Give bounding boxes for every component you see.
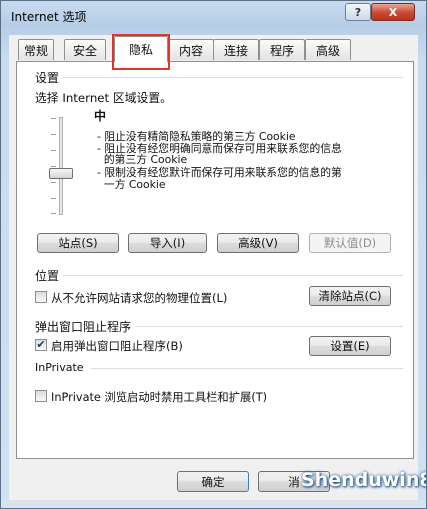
popup-settings-button[interactable]: 设置(E) bbox=[309, 336, 391, 356]
help-button[interactable]: ? bbox=[345, 3, 371, 21]
disable-toolbars-checkbox[interactable] bbox=[35, 390, 47, 402]
tab-highlight-box bbox=[112, 34, 170, 70]
tab-label: 安全 bbox=[72, 43, 97, 58]
button-label: 确定 bbox=[201, 474, 225, 489]
button-label: 导入(I) bbox=[149, 236, 186, 250]
tab-label: 内容 bbox=[178, 43, 203, 58]
ok-button[interactable]: 确定 bbox=[177, 471, 249, 492]
button-label: 清除站点(C) bbox=[318, 289, 382, 303]
button-label: 设置(E) bbox=[330, 339, 370, 353]
close-icon: X bbox=[388, 5, 398, 19]
enable-popup-blocker-checkbox[interactable]: ✔ bbox=[35, 339, 47, 351]
button-label: 高级(V) bbox=[238, 236, 278, 250]
privacy-panel bbox=[16, 61, 414, 459]
button-label: 默认值(D) bbox=[323, 236, 377, 250]
sites-button[interactable]: 站点(S) bbox=[37, 233, 119, 253]
tab-security[interactable]: 安全 bbox=[64, 39, 106, 60]
window-title: Internet 选项 bbox=[11, 10, 87, 24]
tab-label: 常规 bbox=[23, 43, 48, 58]
close-button[interactable]: X bbox=[371, 3, 415, 21]
tab-label: 高级 bbox=[315, 43, 340, 58]
import-button[interactable]: 导入(I) bbox=[128, 233, 207, 253]
tab-label: 连接 bbox=[223, 43, 248, 58]
checkmark-icon: ✔ bbox=[36, 338, 46, 351]
title-bar[interactable]: Internet 选项 ? X bbox=[1, 1, 426, 31]
watermark-text: Shenduwin8.com bbox=[301, 469, 426, 491]
tab-content[interactable]: 内容 bbox=[168, 39, 214, 60]
tab-programs[interactable]: 程序 bbox=[259, 39, 305, 60]
button-label: 消 bbox=[288, 474, 300, 489]
default-button[interactable]: 默认值(D) bbox=[309, 233, 391, 253]
never-allow-location-checkbox[interactable] bbox=[35, 291, 47, 303]
tab-general[interactable]: 常规 bbox=[18, 39, 54, 60]
background-strip bbox=[1, 500, 426, 508]
tab-connections[interactable]: 连接 bbox=[213, 39, 259, 60]
advanced-button[interactable]: 高级(V) bbox=[217, 233, 299, 253]
tab-advanced[interactable]: 高级 bbox=[305, 39, 351, 60]
tab-label: 程序 bbox=[269, 43, 294, 58]
help-icon: ? bbox=[354, 5, 362, 19]
internet-options-window: Internet 选项 ? X 常规 安全 隐私 内容 连接 程序 高级 设置 … bbox=[0, 0, 427, 509]
clear-sites-button[interactable]: 清除站点(C) bbox=[309, 286, 391, 306]
button-label: 站点(S) bbox=[58, 236, 98, 250]
